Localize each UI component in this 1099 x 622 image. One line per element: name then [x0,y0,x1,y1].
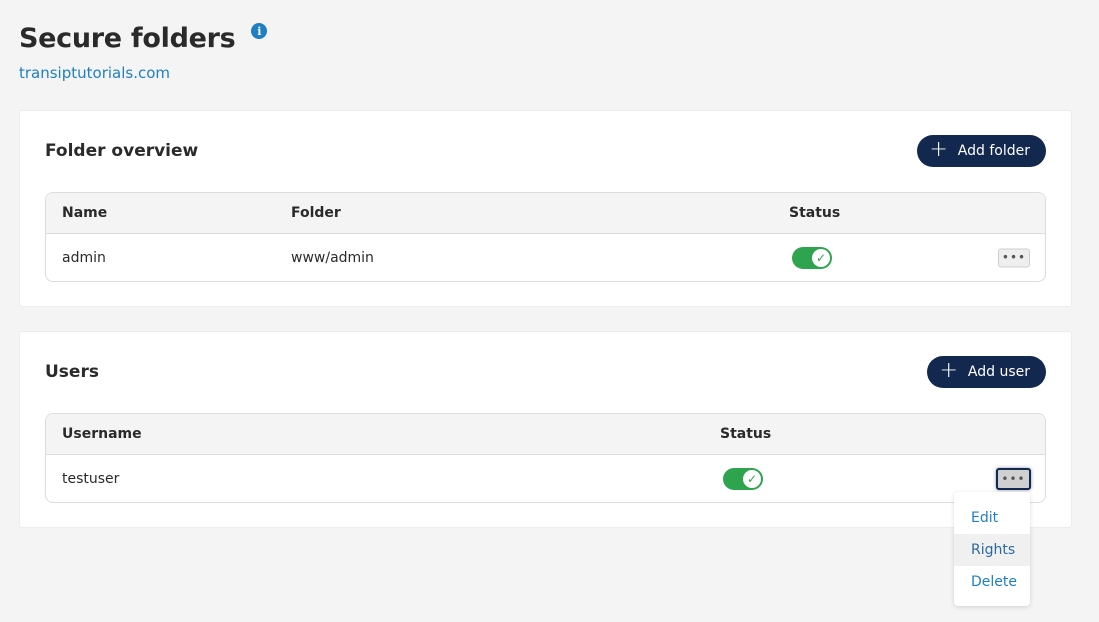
users-header: Users + Add user [45,356,1046,388]
user-more-button[interactable]: ••• [996,467,1031,490]
column-header-folder: Folder [291,205,341,221]
column-header-username: Username [62,426,142,442]
folder-overview-title: Folder overview [45,141,199,161]
folder-path: www/admin [291,249,374,266]
page-title: Secure folders [19,23,236,54]
menu-item-delete[interactable]: Delete [954,566,1030,598]
folder-status-toggle[interactable]: ✓ [792,246,832,269]
folder-more-button[interactable]: ••• [998,248,1030,267]
column-header-status: Status [720,426,772,442]
folder-overview-header: Folder overview + Add folder [45,135,1046,167]
column-header-status: Status [789,205,841,221]
plus-icon: + [939,358,958,383]
user-status-toggle[interactable]: ✓ [723,467,763,490]
column-header-name: Name [62,205,108,221]
add-folder-label: Add folder [957,143,1030,159]
add-folder-button[interactable]: + Add folder [917,135,1046,167]
ellipsis-icon: ••• [1001,250,1027,265]
check-icon: ✓ [743,469,761,488]
folder-name: admin [62,249,106,266]
table-row: testuser ✓ ••• [46,455,1045,502]
domain-link[interactable]: transiptutorials.com [19,64,267,82]
table-row: admin www/admin ✓ ••• [46,234,1045,281]
page-header: Secure folders i transiptutorials.com [19,20,268,82]
check-icon: ✓ [812,248,830,267]
plus-icon: + [929,137,948,162]
users-table-header: Username Status [46,414,1045,455]
menu-item-edit[interactable]: Edit [954,502,1030,534]
username: testuser [62,470,120,487]
info-icon[interactable]: i [251,23,268,39]
users-card: Users + Add user Username Status testuse… [19,331,1072,528]
users-table: Username Status testuser ✓ ••• [45,413,1046,503]
folder-overview-card: Folder overview + Add folder Name Folder… [19,110,1072,307]
title-row: Secure folders i [19,20,268,58]
ellipsis-icon: ••• [1001,471,1026,486]
users-title: Users [45,362,99,382]
folders-table: Name Folder Status admin www/admin ✓ ••• [45,192,1046,282]
menu-item-rights[interactable]: Rights [954,534,1030,566]
add-user-button[interactable]: + Add user [927,356,1046,388]
folders-table-header: Name Folder Status [46,193,1045,234]
row-actions-menu: Edit Rights Delete [954,492,1030,606]
add-user-label: Add user [967,364,1030,380]
